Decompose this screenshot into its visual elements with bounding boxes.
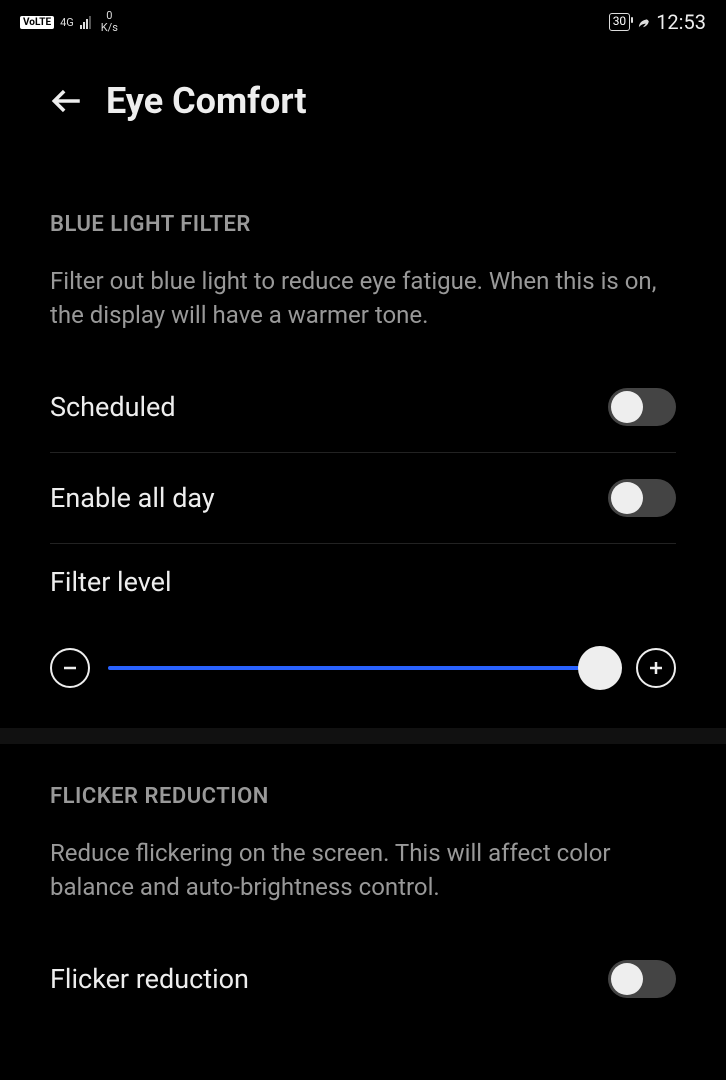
header: Eye Comfort: [0, 40, 726, 142]
signal-icon: [80, 15, 91, 29]
plus-icon: [647, 659, 665, 677]
slider-thumb[interactable]: [578, 646, 622, 690]
filter-level-slider[interactable]: [108, 666, 618, 670]
network-speed: 0 K/s: [101, 10, 118, 34]
minus-icon: [61, 659, 79, 677]
section-divider: [0, 728, 726, 744]
leaf-icon: [636, 15, 650, 29]
minus-button[interactable]: [50, 648, 90, 688]
status-left: VoLTE 4G 0 K/s: [20, 10, 118, 34]
filter-level-row: Filter level: [50, 544, 676, 728]
filter-level-label: Filter level: [50, 566, 676, 598]
page-title: Eye Comfort: [106, 80, 307, 122]
status-bar: VoLTE 4G 0 K/s 30 12:53: [0, 0, 726, 40]
battery-indicator: 30: [609, 13, 631, 31]
flicker-section-header: FLICKER REDUCTION: [50, 784, 676, 809]
flicker-reduction-label: Flicker reduction: [50, 963, 249, 995]
status-right: 30 12:53: [609, 10, 706, 34]
enable-all-day-label: Enable all day: [50, 482, 215, 514]
flicker-reduction-toggle[interactable]: [608, 960, 676, 998]
enable-all-day-row[interactable]: Enable all day: [50, 453, 676, 544]
scheduled-label: Scheduled: [50, 391, 176, 423]
blue-light-section-header: BLUE LIGHT FILTER: [50, 212, 676, 237]
scheduled-toggle[interactable]: [608, 388, 676, 426]
blue-light-description: Filter out blue light to reduce eye fati…: [50, 265, 676, 332]
enable-all-day-toggle[interactable]: [608, 479, 676, 517]
volte-badge: VoLTE: [20, 16, 54, 29]
back-icon[interactable]: [50, 84, 84, 118]
clock: 12:53: [656, 10, 706, 34]
flicker-reduction-row[interactable]: Flicker reduction: [50, 934, 676, 1024]
scheduled-row[interactable]: Scheduled: [50, 362, 676, 453]
network-type: 4G: [60, 16, 74, 29]
flicker-description: Reduce flickering on the screen. This wi…: [50, 837, 676, 904]
plus-button[interactable]: [636, 648, 676, 688]
